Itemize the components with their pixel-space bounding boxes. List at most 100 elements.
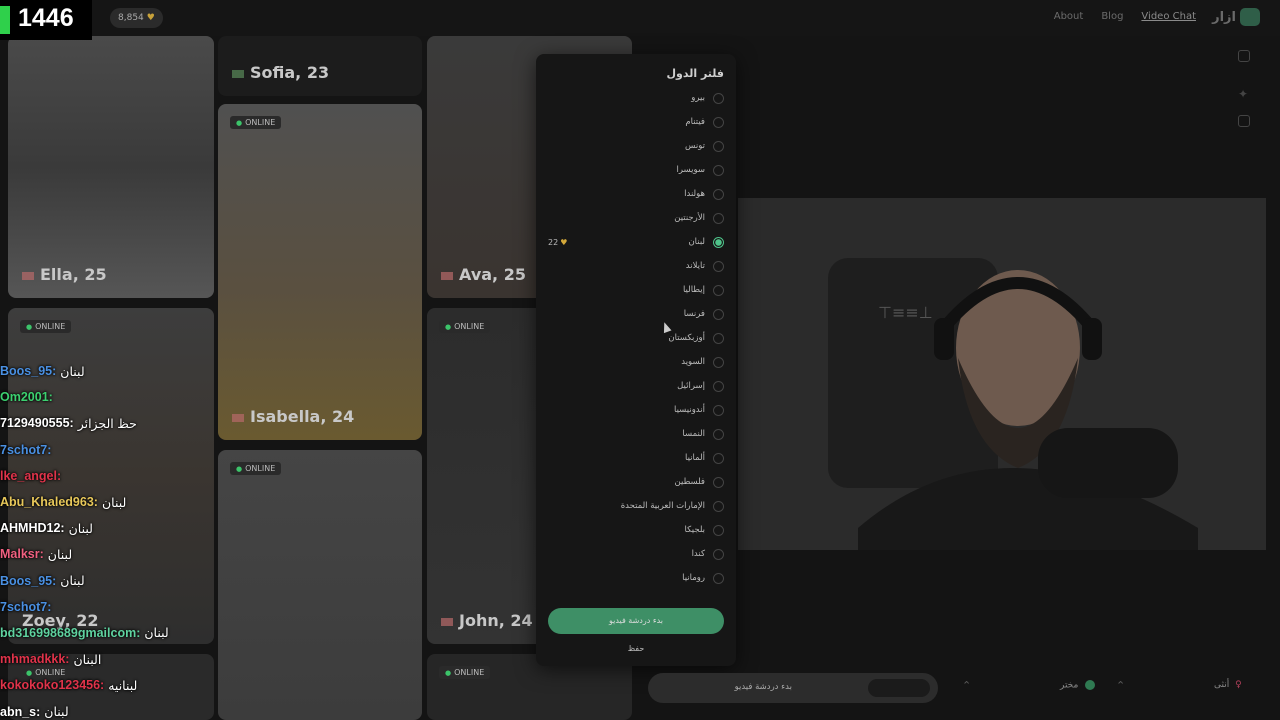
country-option[interactable]: أندونيسيا xyxy=(548,398,724,422)
profile-card[interactable]: ONLINE xyxy=(218,450,422,720)
chat-text: لبنان xyxy=(47,547,73,562)
chat-username: kokokoko123456: xyxy=(0,678,105,693)
country-radio[interactable] xyxy=(713,380,724,392)
chat-username: abn_s: xyxy=(0,704,41,719)
emoji-icon[interactable] xyxy=(1238,115,1250,127)
country-option[interactable]: تايلاند xyxy=(548,254,724,278)
chat-text: لبنان xyxy=(60,574,85,589)
region-option[interactable]: مختر xyxy=(1060,680,1096,691)
country-radio[interactable] xyxy=(713,356,724,368)
country-radio[interactable] xyxy=(713,332,724,344)
profile-card[interactable]: Ella, 25 xyxy=(8,36,214,298)
country-cost-value: 22 xyxy=(548,237,559,247)
country-filter-panel: فلتر الدول بيرو فيتنام تونس سويسرا هولندا الأ… xyxy=(536,54,736,666)
country-option[interactable]: إسرائيل xyxy=(548,374,724,398)
profile-name: Sofia, 23 xyxy=(250,63,330,82)
profile-label: Ava, 25 xyxy=(441,265,526,284)
start-chat-bar[interactable]: بدء دردشة فيديو xyxy=(648,673,938,703)
country-option[interactable]: النمسا xyxy=(548,422,724,446)
chat-message: 7129490555: حظ الجزائر xyxy=(0,410,215,436)
country-option[interactable]: فلسطين xyxy=(548,470,724,494)
country-radio[interactable] xyxy=(713,428,724,440)
flag-icon xyxy=(22,271,34,280)
country-name: لبنان xyxy=(688,237,705,247)
country-radio[interactable] xyxy=(713,164,724,176)
country-name: هولندا xyxy=(684,189,705,199)
chat-message: lke_angel: xyxy=(0,463,215,489)
nav-blog-link[interactable]: Blog xyxy=(1101,11,1123,22)
online-badge: ONLINE xyxy=(230,116,282,129)
country-name: فيتنام xyxy=(685,117,705,127)
country-radio[interactable] xyxy=(713,500,724,512)
video-stream: ⊤≡≡⊥ xyxy=(738,198,1266,550)
country-name: فرنسا xyxy=(683,309,705,319)
country-option[interactable]: الإمارات العربية المتحدة xyxy=(548,494,724,518)
sparkle-icon[interactable]: ✦ xyxy=(1238,88,1250,100)
country-option[interactable]: 22 ♥ لبنان xyxy=(548,230,724,254)
country-radio[interactable] xyxy=(713,140,724,152)
start-chat-control[interactable] xyxy=(868,679,930,697)
save-button[interactable]: حفظ xyxy=(536,644,736,653)
country-radio[interactable] xyxy=(713,236,724,248)
nav-about-link[interactable]: About xyxy=(1054,11,1084,22)
country-radio[interactable] xyxy=(713,308,724,320)
chevron-up-icon[interactable]: ⌃ xyxy=(1116,679,1125,692)
country-option[interactable]: أوزبكستان xyxy=(548,326,724,350)
gender-option[interactable]: أنثى ♀ xyxy=(1214,680,1242,690)
start-chat-bar-label: بدء دردشة فيديو xyxy=(734,682,792,692)
country-option[interactable]: بلجيكا xyxy=(548,518,724,542)
country-name: إيطاليا xyxy=(682,285,705,295)
gem-icon: ♥ xyxy=(560,237,568,247)
profile-card[interactable]: Sofia, 23 xyxy=(218,36,422,96)
country-radio[interactable] xyxy=(713,212,724,224)
country-radio[interactable] xyxy=(713,116,724,128)
chat-username: Abu_Khaled963: xyxy=(0,495,98,510)
country-option[interactable]: سويسرا xyxy=(548,158,724,182)
country-name: أوزبكستان xyxy=(668,333,705,343)
chat-text: لبنان xyxy=(60,364,85,379)
start-video-chat-button[interactable]: بدء دردشة فيديو xyxy=(548,608,724,634)
country-option[interactable]: فيتنام xyxy=(548,110,724,134)
profile-photo xyxy=(218,104,422,440)
country-name: تايلاند xyxy=(685,261,705,271)
country-option[interactable]: ألمانيا xyxy=(548,446,724,470)
country-radio[interactable] xyxy=(713,476,724,488)
country-name: إسرائيل xyxy=(677,381,705,391)
chat-message: kokokoko123456: لبنانيه xyxy=(0,672,215,698)
nav-video-chat-link[interactable]: Video Chat xyxy=(1141,11,1196,22)
country-radio[interactable] xyxy=(713,188,724,200)
country-radio[interactable] xyxy=(713,452,724,464)
country-option[interactable]: إيطاليا xyxy=(548,278,724,302)
country-radio[interactable] xyxy=(713,260,724,272)
chevron-up-icon[interactable]: ⌃ xyxy=(962,679,971,692)
country-option[interactable]: هولندا xyxy=(548,182,724,206)
coin-balance[interactable]: 8,854 ♥ xyxy=(110,8,163,28)
chat-text: حظ الجزائر xyxy=(77,416,137,431)
female-icon: ♀ xyxy=(1235,680,1242,690)
country-radio[interactable] xyxy=(713,572,724,584)
country-name: فلسطين xyxy=(674,477,705,487)
country-name: رومانيا xyxy=(682,573,705,583)
country-option[interactable]: كندا xyxy=(548,542,724,566)
country-option[interactable]: تونس xyxy=(548,134,724,158)
flag-icon xyxy=(232,69,244,78)
country-option[interactable]: السويد xyxy=(548,350,724,374)
country-radio[interactable] xyxy=(713,404,724,416)
online-badge: ONLINE xyxy=(20,320,72,333)
country-option[interactable]: رومانيا xyxy=(548,566,724,590)
chat-username: AHMHD12: xyxy=(0,521,65,536)
expand-icon[interactable] xyxy=(1238,50,1250,62)
country-option[interactable]: فرنسا xyxy=(548,302,724,326)
country-name: السويد xyxy=(681,357,705,367)
country-radio[interactable] xyxy=(713,284,724,296)
brand-logo[interactable]: ازار xyxy=(1212,8,1260,26)
country-option[interactable]: الأرجنتين xyxy=(548,206,724,230)
country-option[interactable]: بيرو xyxy=(548,86,724,110)
profile-name: John, 24 xyxy=(459,611,533,630)
country-radio[interactable] xyxy=(713,548,724,560)
country-radio[interactable] xyxy=(713,524,724,536)
profile-card[interactable]: ONLINE Isabella, 24 xyxy=(218,104,422,440)
chat-username: Malksr: xyxy=(0,547,44,562)
country-radio[interactable] xyxy=(713,92,724,104)
chat-text: لبنان xyxy=(101,495,127,510)
